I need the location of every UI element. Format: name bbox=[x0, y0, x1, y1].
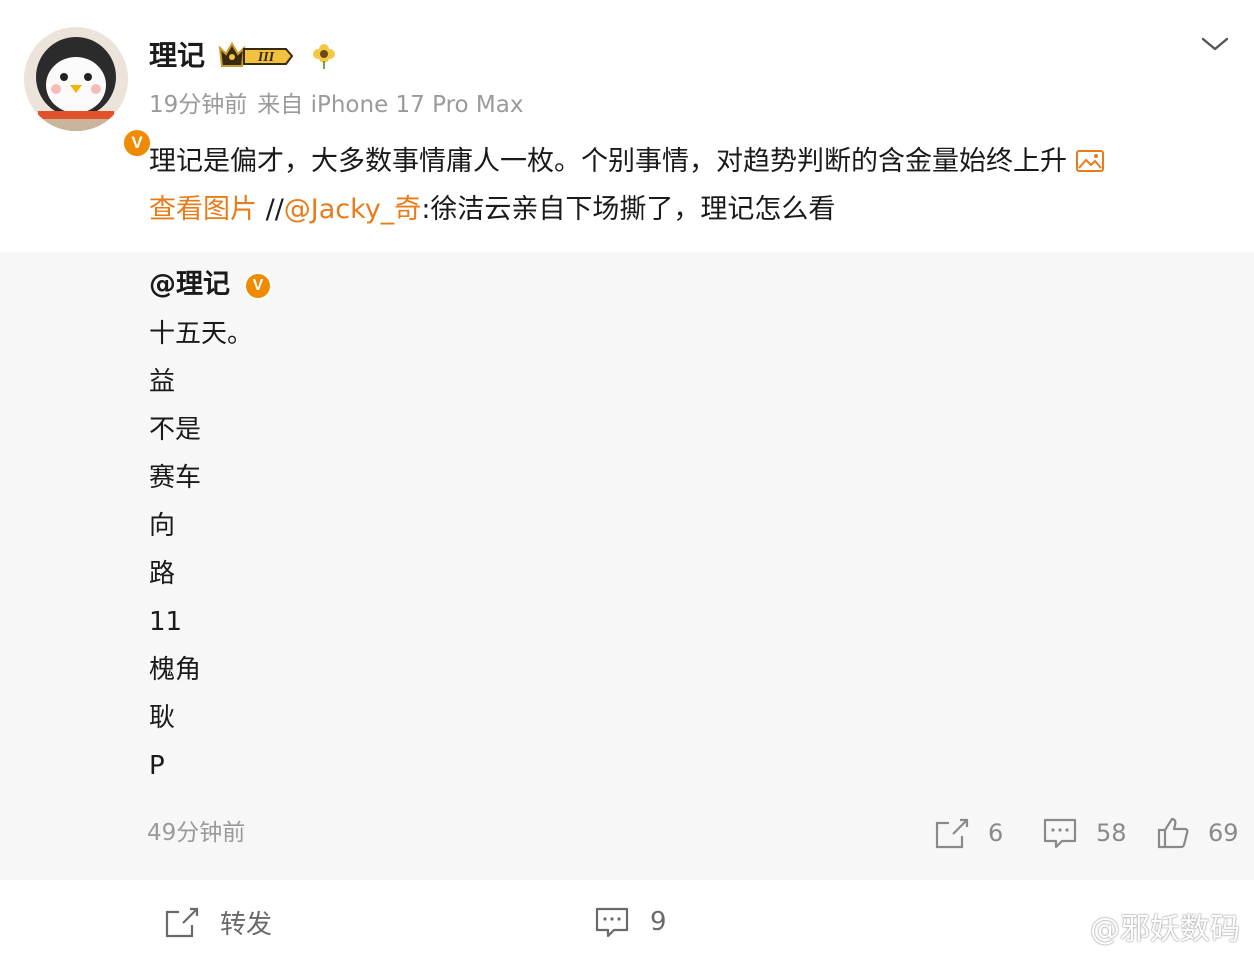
member-crown-badge-icon[interactable]: III bbox=[216, 40, 296, 72]
member-level-label: III bbox=[257, 50, 275, 65]
repost-line: 耿 bbox=[149, 703, 176, 733]
repost-share-button[interactable]: 6 bbox=[934, 814, 1003, 852]
avatar[interactable]: V bbox=[24, 27, 152, 158]
repost-prefix: // bbox=[265, 194, 284, 225]
action-bar: 转发 9 @邪妖数码 bbox=[0, 880, 1254, 962]
repost-author-name[interactable]: @理记 bbox=[149, 266, 230, 304]
penguin-avatar-icon bbox=[24, 27, 128, 131]
post-meta: 19分钟前 来自 iPhone 17 Pro Max bbox=[149, 88, 523, 122]
share-icon bbox=[935, 818, 969, 849]
watermark: @邪妖数码 bbox=[1090, 912, 1240, 947]
thumbs-up-icon bbox=[1157, 817, 1189, 849]
repost-like-button[interactable]: 69 bbox=[1156, 814, 1239, 852]
share-count: 6 bbox=[988, 819, 1004, 847]
repost-line: 不是 bbox=[149, 415, 202, 445]
repost-comment-button[interactable]: 58 bbox=[1042, 814, 1127, 852]
repost-comment: :徐洁云亲自下场撕了，理记怎么看 bbox=[421, 194, 836, 225]
mention-link[interactable]: @Jacky_奇 bbox=[284, 194, 422, 225]
post-body: 理记是偏才，大多数事情庸人一枚。个别事情，对趋势判断的含金量始终上升 bbox=[149, 146, 1067, 177]
comment-button[interactable]: 9 bbox=[594, 904, 667, 940]
flower-icon bbox=[313, 44, 335, 69]
share-icon bbox=[165, 907, 199, 938]
comment-icon bbox=[1043, 818, 1077, 849]
repost-line: 向 bbox=[149, 511, 176, 541]
chevron-down-icon[interactable] bbox=[1198, 32, 1232, 56]
verified-badge-icon: V bbox=[244, 272, 272, 300]
repost-text: 十五天。 益 不是 赛车 向 路 11 槐角 耿 P bbox=[149, 310, 253, 790]
repost-line: 11 bbox=[149, 607, 183, 637]
repost-line: 益 bbox=[149, 367, 176, 397]
repost-line: 赛车 bbox=[149, 463, 202, 493]
repost-line: 路 bbox=[149, 559, 176, 589]
repost-time: 49分钟前 bbox=[147, 820, 246, 846]
author-name[interactable]: 理记 bbox=[149, 38, 205, 74]
reposted-card[interactable]: @理记 V 十五天。 益 不是 赛车 向 路 11 槐角 耿 P 49分钟前 6… bbox=[0, 252, 1254, 880]
verified-badge-icon: V bbox=[122, 128, 152, 158]
post-source: 来自 iPhone 17 Pro Max bbox=[257, 92, 524, 118]
comment-icon bbox=[595, 907, 629, 938]
comment-count: 58 bbox=[1096, 819, 1127, 847]
post-text: 理记是偏才，大多数事情庸人一枚。个别事情，对趋势判断的含金量始终上升 查看图片 … bbox=[149, 138, 1224, 234]
repost-label: 转发 bbox=[220, 909, 273, 940]
repost-line: P bbox=[149, 751, 165, 781]
repost-button[interactable]: 转发 bbox=[164, 904, 272, 940]
like-count: 69 bbox=[1208, 819, 1239, 847]
image-icon[interactable] bbox=[1075, 148, 1105, 174]
comment-count: 9 bbox=[650, 907, 667, 937]
repost-line: 槐角 bbox=[149, 655, 202, 685]
repost-line: 十五天。 bbox=[149, 319, 254, 349]
view-image-link[interactable]: 查看图片 bbox=[149, 194, 257, 225]
post-time: 19分钟前 bbox=[149, 92, 248, 118]
